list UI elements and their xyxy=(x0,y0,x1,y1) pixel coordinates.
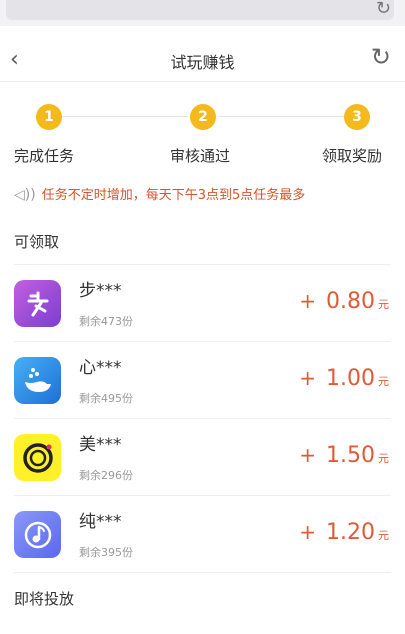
music-note-icon xyxy=(24,521,51,548)
section-available-title: 可领取 xyxy=(14,233,60,251)
task-item[interactable]: 心*** 剩余495份 +1.00 元 xyxy=(0,342,405,418)
whale-icon xyxy=(24,367,51,392)
notice-banner: ◁)) 任务不定时增加，每天下午3点到5点任务最多 xyxy=(14,184,305,203)
app-icon-chun xyxy=(14,511,61,558)
step-3-badge: 3 xyxy=(344,104,370,130)
bu-logo-icon xyxy=(27,291,48,316)
task-app-name: 美*** xyxy=(79,435,122,455)
task-item[interactable]: 美*** 剩余296份 +1.50 元 xyxy=(0,419,405,495)
notice-text: 任务不定时增加，每天下午3点到5点任务最多 xyxy=(41,188,306,203)
task-remaining: 剩余296份 xyxy=(79,469,133,482)
reward-amount: 1.50 xyxy=(326,443,375,468)
browser-bar: ↻ xyxy=(0,0,405,26)
task-item[interactable]: 步*** 剩余473份 +0.80 元 xyxy=(0,265,405,341)
task-remaining: 剩余395份 xyxy=(79,546,133,559)
task-remaining: 剩余495份 xyxy=(79,392,133,405)
page-title: 试玩赚钱 xyxy=(170,53,235,72)
reward-amount: 1.00 xyxy=(326,366,375,391)
task-app-name: 心*** xyxy=(79,358,122,378)
task-remaining: 剩余473份 xyxy=(79,315,133,328)
reward-unit: 元 xyxy=(378,529,389,542)
reward-plus: + xyxy=(299,520,317,544)
reward-plus: + xyxy=(299,443,317,467)
reward-amount: 1.20 xyxy=(326,520,375,545)
task-steps: 1 2 3 完成任务 审核通过 领取奖励 xyxy=(0,100,405,170)
address-bar[interactable] xyxy=(6,0,394,20)
step-1-label: 完成任务 xyxy=(14,147,75,165)
reward-unit: 元 xyxy=(378,298,389,311)
task-reward: +1.20 元 xyxy=(299,520,389,545)
task-app-name: 纯*** xyxy=(79,512,122,532)
nav-bar: ‹ 试玩赚钱 ↻ xyxy=(0,37,405,82)
task-reward: +0.80 元 xyxy=(299,289,389,314)
app-icon-bu xyxy=(14,280,61,327)
speaker-icon: ◁)) xyxy=(14,187,36,203)
app-icon-mei xyxy=(14,434,61,481)
step-2-badge: 2 xyxy=(190,104,216,130)
task-item[interactable]: 纯*** 剩余395份 +1.20 元 xyxy=(0,496,405,572)
reward-plus: + xyxy=(299,289,317,313)
reward-plus: + xyxy=(299,366,317,390)
step-2-label: 审核通过 xyxy=(170,147,231,165)
refresh-icon[interactable]: ↻ xyxy=(371,43,391,71)
task-app-name: 步*** xyxy=(79,281,122,301)
task-reward: +1.00 元 xyxy=(299,366,389,391)
step-connector xyxy=(56,116,188,117)
step-3-label: 领取奖励 xyxy=(322,147,383,165)
reward-amount: 0.80 xyxy=(326,289,375,314)
reload-icon[interactable]: ↻ xyxy=(376,0,391,19)
step-connector xyxy=(218,116,350,117)
camera-lens-icon xyxy=(22,442,53,473)
reward-unit: 元 xyxy=(378,375,389,388)
divider xyxy=(14,572,391,573)
step-1-badge: 1 xyxy=(36,104,62,130)
task-reward: +1.50 元 xyxy=(299,443,389,468)
section-upcoming-title: 即将投放 xyxy=(14,590,75,608)
app-icon-xin xyxy=(14,357,61,404)
reward-unit: 元 xyxy=(378,452,389,465)
